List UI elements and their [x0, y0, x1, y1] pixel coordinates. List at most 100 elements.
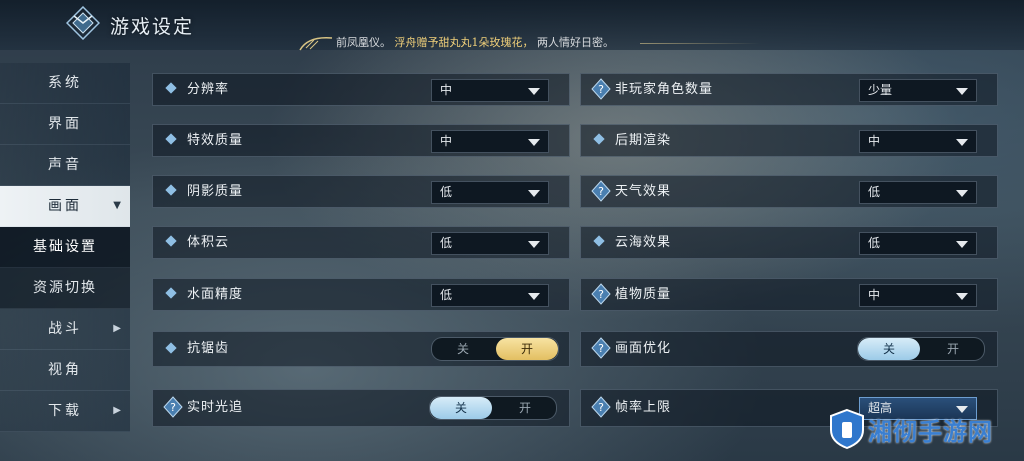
sidebar-item-label: 画面 — [48, 198, 82, 214]
anti-aliasing-toggle[interactable]: 关 开 — [431, 337, 559, 361]
sidebar-item-combat[interactable]: 战斗 ▶ — [0, 309, 130, 350]
chevron-down-icon: ▼ — [113, 200, 124, 211]
sidebar-item-system[interactable]: 系统 — [0, 63, 130, 104]
setting-label: 体积云 — [187, 235, 230, 250]
setting-row-vegetation-quality: ? 植物质量 中 — [580, 278, 998, 311]
caret-down-icon — [956, 88, 968, 95]
diamond-bullet-icon — [165, 133, 177, 145]
setting-label: 水面精度 — [187, 287, 244, 302]
caret-down-icon — [956, 190, 968, 197]
setting-row-realtime-raytracing: ? 实时光追 关 开 — [152, 389, 570, 427]
sidebar-item-sound[interactable]: 声音 — [0, 145, 130, 186]
setting-row-water-precision: 水面精度 低 — [152, 278, 570, 311]
diamond-bullet-icon — [165, 342, 177, 354]
post-processing-dropdown[interactable]: 中 — [859, 130, 977, 153]
caret-down-icon — [528, 88, 540, 95]
diamond-bullet-icon — [593, 235, 605, 247]
caret-down-icon — [528, 190, 540, 197]
toggle-on-option[interactable]: 开 — [922, 338, 984, 360]
setting-row-weather-effects: ? 天气效果 低 — [580, 175, 998, 208]
dropdown-value: 低 — [440, 185, 453, 199]
sidebar-item-camera[interactable]: 视角 — [0, 350, 130, 391]
caret-down-icon — [528, 241, 540, 248]
weather-effects-dropdown[interactable]: 低 — [859, 181, 977, 204]
diamond-bullet-icon — [165, 184, 177, 196]
shadow-quality-dropdown[interactable]: 低 — [431, 181, 549, 204]
dropdown-value: 低 — [440, 288, 453, 302]
setting-row-shadow-quality: 阴影质量 低 — [152, 175, 570, 208]
sidebar-item-label: 声音 — [48, 157, 82, 173]
toggle-off-option[interactable]: 关 — [858, 338, 920, 360]
setting-label: 阴影质量 — [187, 184, 244, 199]
svg-text:?: ? — [598, 401, 604, 414]
setting-row-cloud-sea: 云海效果 低 — [580, 226, 998, 259]
sidebar-item-label: 系统 — [48, 75, 82, 91]
svg-text:?: ? — [598, 342, 604, 355]
sidebar-item-label: 战斗 — [48, 321, 82, 337]
toggle-off-option[interactable]: 关 — [430, 397, 492, 419]
help-question-icon[interactable]: ? — [163, 396, 183, 418]
setting-label: 特效质量 — [187, 133, 244, 148]
sidebar-item-basic-settings[interactable]: 基础设置 — [0, 227, 130, 268]
setting-label: 云海效果 — [615, 235, 672, 250]
resolution-dropdown[interactable]: 中 — [431, 79, 549, 102]
dropdown-value: 低 — [868, 185, 881, 199]
setting-label: 植物质量 — [615, 287, 672, 302]
cloud-sea-dropdown[interactable]: 低 — [859, 232, 977, 255]
sidebar-item-label: 基础设置 — [33, 239, 97, 255]
sidebar-item-graphics[interactable]: 画面 ▼ — [0, 186, 130, 227]
vegetation-quality-dropdown[interactable]: 中 — [859, 284, 977, 307]
shield-logo-icon — [830, 408, 864, 450]
help-question-icon[interactable]: ? — [591, 396, 611, 418]
realtime-raytracing-toggle[interactable]: 关 开 — [429, 396, 557, 420]
diamond-logo-icon — [66, 6, 100, 40]
sidebar-item-label: 下载 — [48, 403, 82, 419]
chevron-right-icon: ▶ — [113, 405, 124, 416]
setting-label: 后期渲染 — [615, 133, 672, 148]
dropdown-value: 低 — [440, 236, 453, 250]
sidebar: 系统 界面 声音 画面 ▼ 基础设置 资源切换 战斗 ▶ 视角 下载 ▶ — [0, 63, 132, 432]
page-title: 游戏设定 — [110, 16, 195, 38]
toggle-on-option[interactable]: 开 — [496, 338, 558, 360]
notice-part-b: 浮舟赠予甜丸丸1朵玫瑰花， — [394, 36, 534, 49]
dropdown-value: 少量 — [868, 83, 893, 97]
svg-text:?: ? — [598, 83, 604, 96]
toggle-on-option[interactable]: 开 — [494, 397, 556, 419]
setting-row-anti-aliasing: 抗锯齿 关 开 — [152, 331, 570, 367]
diamond-bullet-icon — [165, 235, 177, 247]
setting-label: 非玩家角色数量 — [615, 82, 714, 97]
setting-row-npc-count: ? 非玩家角色数量 少量 — [580, 73, 998, 106]
sidebar-item-download[interactable]: 下载 ▶ — [0, 391, 130, 432]
site-watermark: 湘彻手游网 — [826, 404, 1018, 454]
sidebar-item-label: 资源切换 — [33, 280, 97, 296]
help-question-icon[interactable]: ? — [591, 283, 611, 305]
caret-down-icon — [956, 293, 968, 300]
sidebar-item-label: 界面 — [48, 116, 82, 132]
sidebar-item-resource-switch[interactable]: 资源切换 — [0, 268, 130, 309]
help-question-icon[interactable]: ? — [591, 78, 611, 100]
svg-text:?: ? — [170, 401, 176, 414]
display-optimization-toggle[interactable]: 关 开 — [857, 337, 985, 361]
caret-down-icon — [528, 293, 540, 300]
chevron-right-icon: ▶ — [113, 323, 124, 334]
diamond-bullet-icon — [593, 133, 605, 145]
svg-text:?: ? — [598, 288, 604, 301]
npc-count-dropdown[interactable]: 少量 — [859, 79, 977, 102]
water-precision-dropdown[interactable]: 低 — [431, 284, 549, 307]
setting-row-post-processing: 后期渲染 中 — [580, 124, 998, 157]
setting-label: 画面优化 — [615, 341, 672, 356]
diamond-bullet-icon — [165, 287, 177, 299]
sidebar-item-interface[interactable]: 界面 — [0, 104, 130, 145]
setting-row-effects-quality: 特效质量 中 — [152, 124, 570, 157]
effects-quality-dropdown[interactable]: 中 — [431, 130, 549, 153]
setting-row-volumetric-cloud: 体积云 低 — [152, 226, 570, 259]
setting-label: 分辨率 — [187, 82, 230, 97]
help-question-icon[interactable]: ? — [591, 337, 611, 359]
dropdown-value: 中 — [868, 134, 881, 148]
sidebar-item-label: 视角 — [48, 362, 82, 378]
dropdown-value: 中 — [440, 134, 453, 148]
help-question-icon[interactable]: ? — [591, 180, 611, 202]
toggle-off-option[interactable]: 关 — [432, 338, 494, 360]
setting-label: 天气效果 — [615, 184, 672, 199]
volumetric-cloud-dropdown[interactable]: 低 — [431, 232, 549, 255]
